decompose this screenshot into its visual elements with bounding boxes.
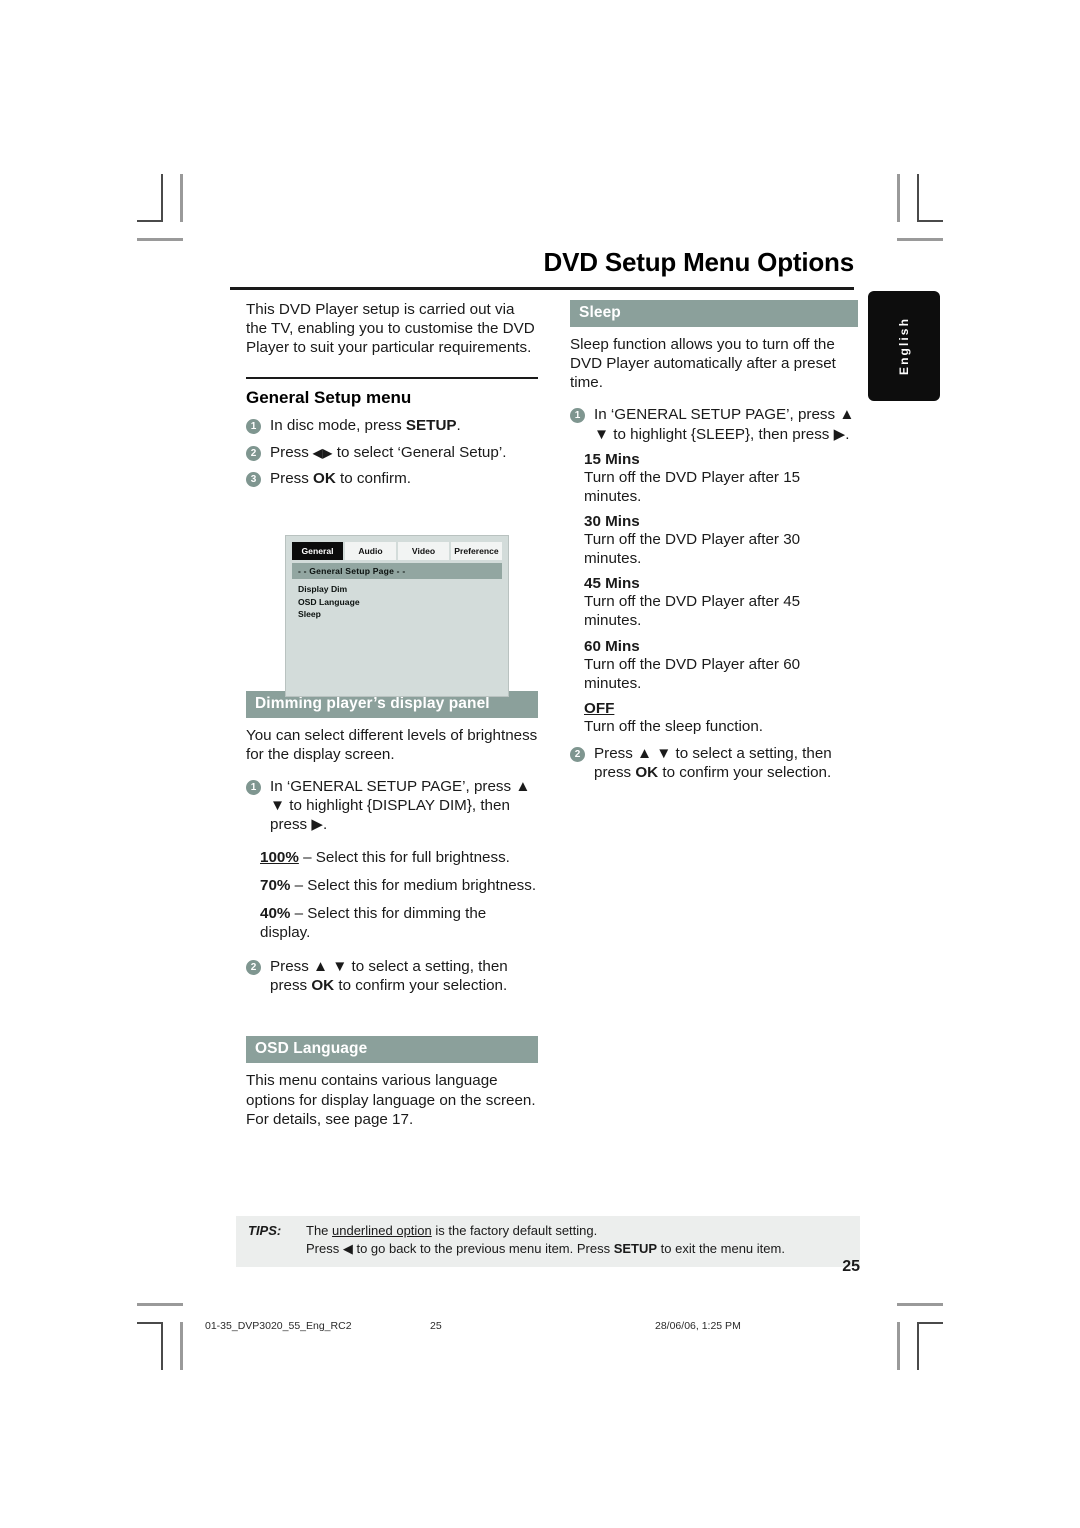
osd-page-title: - - General Setup Page - - [292,563,502,579]
tips-line-1-after: is the factory default setting. [431,1223,598,1238]
step-text-after: to confirm. [335,469,411,487]
osd-tab-bar: General Audio Video Preference [292,542,502,560]
step-number: 1 [246,419,261,435]
sleep-section-heading: Sleep [570,300,858,327]
sleep-option-term: 45 Mins [584,575,640,593]
osd-menu-item-sleep[interactable]: Sleep [292,608,502,621]
osd-tab-preference[interactable]: Preference [451,542,502,560]
intro-paragraph: This DVD Player setup is carried out via… [246,301,535,357]
osd-tab-general[interactable]: General [292,542,343,560]
dimming-option-desc: – Select this for medium brightness. [290,876,537,894]
tips-line-2-before: Press ◀ to go back to the previous menu … [306,1241,614,1257]
sleep-options: 15 Mins Turn off the DVD Player after 15… [570,451,858,736]
tips-line-1-underlined: underlined option [332,1223,432,1238]
tips-line-2: Press ◀ to go back to the previous menu … [306,1240,850,1257]
tips-label: TIPS: [248,1223,282,1238]
tips-line-2-after: to exit the menu item. [657,1241,785,1257]
sleep-steps-bottom: 2 Press ▲ ▼ to select a setting, then pre… [570,744,858,782]
general-setup-heading: General Setup menu [246,388,412,408]
step-number: 2 [246,445,261,461]
list-item: 2 Press ◀▶ to select ‘General Setup’. [246,443,538,462]
general-setup-steps: 1 In disc mode, press SETUP. 2 Press ◀▶ to… [246,416,538,487]
print-slug-filename: 01-35_DVP3020_55_Eng_RC2 [205,1320,352,1332]
step-text-before: Press [270,443,314,461]
dimming-option: 100% – Select this for full brightness. [246,848,538,867]
osd-menu-list: Display Dim OSD Language Sleep [292,583,502,621]
osd-tab-video[interactable]: Video [398,542,449,560]
osd-language-section-heading: OSD Language [246,1036,538,1064]
step-number: 1 [246,780,261,796]
dimming-steps-bottom: 2 Press ▲ ▼ to select a setting, then pre… [246,957,538,995]
print-slug-page: 25 [430,1320,442,1332]
title-divider [230,287,854,290]
sleep-option-desc: Turn off the DVD Player after 30 minutes… [584,530,801,568]
step-number: 2 [246,960,261,976]
osd-tab-audio[interactable]: Audio [345,542,396,560]
dimming-option-label: 40% [260,904,291,922]
dimming-steps-top: 1 In ‘GENERAL SETUP PAGE’, press ▲ ▼ to h… [246,777,538,834]
dimming-option-label: 100% [260,848,299,866]
sleep-option-desc: Turn off the sleep function. [584,717,763,735]
dimming-intro: You can select different levels of brigh… [246,726,538,763]
step-keyword: OK [313,469,336,487]
tips-line-1: The underlined option is the factory def… [306,1222,850,1239]
osd-menu-item-osd-language[interactable]: OSD Language [292,596,502,609]
language-tab: English [868,291,940,401]
step-number: 3 [246,471,261,487]
step-number: 2 [570,746,585,762]
step-text-after: . [456,417,461,435]
language-tab-label: English [897,316,911,376]
osd-menu-item-display-dim[interactable]: Display Dim [292,583,502,596]
list-item: 2 Press ▲ ▼ to select a setting, then pre… [246,957,538,995]
sleep-option-desc: Turn off the DVD Player after 60 minutes… [584,655,801,692]
sleep-steps-top: 1 In ‘GENERAL SETUP PAGE’, press ▲ ▼ to h… [570,405,858,443]
step-text-after: to confirm your selection. [658,764,832,782]
dimming-option-label: 70% [260,876,291,894]
dimming-option: 40% – Select this for dimming the displa… [246,904,538,942]
osd-language-body: This menu contains various language opti… [246,1072,536,1128]
step-number: 1 [570,408,585,424]
print-slug-date: 28/06/06, 1:25 PM [655,1320,741,1332]
left-column: This DVD Player setup is carried out via… [246,300,538,1135]
right-column: Sleep Sleep function allows you to turn … [570,300,858,789]
list-item: 3 Press OK to confirm. [246,469,538,488]
page-title: DVD Setup Menu Options [543,247,855,277]
list-item: 1 In ‘GENERAL SETUP PAGE’, press ▲ ▼ to h… [570,405,858,443]
tips-line-1-before: The [306,1223,333,1238]
sleep-option-desc: Turn off the DVD Player after 45 minutes… [584,593,801,630]
dimming-option: 70% – Select this for medium brightness. [246,876,538,895]
list-item: 1 In disc mode, press SETUP. [246,416,538,435]
step-keyword: SETUP [405,417,457,435]
sleep-option-term: 30 Mins [584,512,640,530]
tips-box: TIPS: The underlined option is the facto… [236,1216,860,1267]
step-text-before: Press [270,469,314,487]
sleep-intro: Sleep function allows you to turn off th… [570,336,836,392]
step-keyword: OK [311,977,335,995]
tips-line-2-keyword: SETUP [613,1241,658,1257]
page-number: 25 [842,1258,860,1275]
dimming-option-desc: – Select this for full brightness. [298,848,510,866]
step-text-before: In disc mode, press [270,417,406,435]
list-item: 2 Press ▲ ▼ to select a setting, then pre… [570,744,858,782]
sleep-option-term: OFF [584,699,615,717]
osd-screenshot: General Audio Video Preference - - Gener… [285,535,509,697]
step-text-after: to confirm your selection. [334,977,508,995]
list-item: 1 In ‘GENERAL SETUP PAGE’, press ▲ ▼ to h… [246,777,538,834]
sleep-option-desc: Turn off the DVD Player after 15 minutes… [584,468,801,505]
sleep-option-term: 60 Mins [584,637,640,655]
general-setup-divider [246,377,538,380]
step-text: In ‘GENERAL SETUP PAGE’, press ▲ ▼ to hi… [594,406,855,443]
step-text-after: to select ‘General Setup’. [332,443,507,461]
step-text: In ‘GENERAL SETUP PAGE’, press ▲ ▼ to hi… [270,778,531,834]
step-keyword: OK [635,764,659,782]
nav-arrows-icon: ◀▶ [313,445,333,460]
dimming-option-desc: – Select this for dimming the display. [260,904,487,941]
sleep-option-term: 15 Mins [584,450,640,468]
